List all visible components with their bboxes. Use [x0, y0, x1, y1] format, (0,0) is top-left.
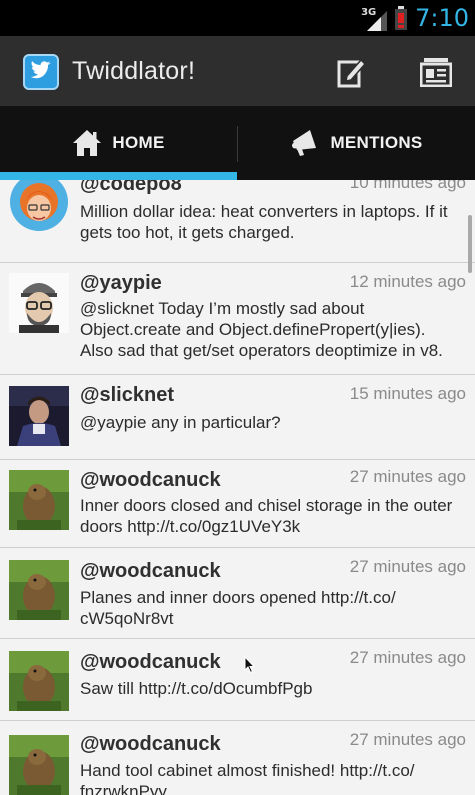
status-clock: 7:10 — [415, 4, 469, 32]
tweet-text-line: Million dollar idea: heat converters in … — [80, 202, 448, 221]
tweet-item[interactable]: @woodcanuck 27 minutes ago Hand tool cab… — [0, 721, 475, 795]
signal-bars-icon: 3G — [361, 5, 388, 31]
avatar[interactable] — [9, 386, 69, 446]
tweet-text: @yaypie any in particular? — [80, 412, 470, 433]
tweet-text: Planes and inner doors opened http://t.c… — [80, 587, 470, 629]
avatar[interactable] — [9, 470, 69, 530]
tweet-handle[interactable]: @woodcanuck — [80, 651, 221, 674]
tweet-item[interactable]: @slicknet 15 minutes ago @yaypie any in … — [0, 375, 475, 460]
tweet-time: 15 minutes ago — [349, 384, 466, 403]
accounts-icon — [420, 58, 452, 87]
status-bar: 3G 7:10 — [0, 0, 475, 36]
tweet-handle[interactable]: @woodcanuck — [80, 560, 221, 583]
avatar[interactable] — [9, 273, 69, 333]
selected-tab-indicator — [0, 172, 237, 180]
battery-low-icon — [395, 6, 408, 30]
timeline-list[interactable]: @codepo8 10 minutes ago Million dollar i… — [0, 180, 475, 795]
tab-mentions[interactable]: MENTIONS — [238, 106, 475, 180]
tab-mentions-label: MENTIONS — [330, 133, 423, 152]
tab-home[interactable]: HOME — [0, 106, 237, 180]
tweet-text-line: cW5qoNr8vt — [80, 609, 174, 628]
tweet-time: 10 minutes ago — [349, 180, 466, 192]
mouse-pointer-icon — [244, 656, 256, 674]
tweet-time: 27 minutes ago — [349, 648, 466, 667]
avatar[interactable] — [9, 651, 69, 711]
tweet-item[interactable]: @woodcanuck 27 minutes ago Saw till http… — [0, 639, 475, 721]
scrollbar[interactable] — [468, 215, 472, 273]
tweet-text: Inner doors closed and chisel storage in… — [80, 495, 470, 537]
tweet-text-line: Also sad that get/set operators deoptimi… — [80, 341, 443, 360]
twitter-bird-icon[interactable] — [23, 54, 59, 90]
tweet-handle[interactable]: @woodcanuck — [80, 469, 221, 492]
tweet-text-line: Hand tool cabinet almost finished! http:… — [80, 761, 415, 780]
avatar[interactable] — [9, 560, 69, 620]
tweet-text: Million dollar idea: heat converters in … — [80, 201, 470, 243]
tweet-text-line: Saw till http://t.co/dOcumbfPgb — [80, 679, 313, 698]
app-title: Twiddlator! — [72, 57, 196, 85]
tweet-text-line: @yaypie any in particular? — [80, 413, 281, 432]
tweet-text-line: Inner doors closed and chisel storage in… — [80, 496, 453, 515]
tweet-text-line: Object.create and Object.definePropert(y… — [80, 320, 426, 339]
tweet-text-line: @slicknet Today I’m mostly sad about — [80, 299, 365, 318]
tweet-text: Hand tool cabinet almost finished! http:… — [80, 760, 470, 795]
tab-bar: HOME MENTIONS — [0, 106, 475, 180]
tweet-item[interactable]: @yaypie 12 minutes ago @slicknet Today I… — [0, 263, 475, 375]
tweet-text-line: Planes and inner doors opened http://t.c… — [80, 588, 396, 607]
tweet-handle[interactable]: @codepo8 — [80, 180, 182, 196]
tweet-text-line: fnzrwknPyy — [80, 782, 167, 795]
avatar[interactable] — [9, 180, 69, 232]
tweet-item[interactable]: @codepo8 10 minutes ago Million dollar i… — [0, 180, 475, 263]
tab-home-label: HOME — [112, 133, 165, 152]
tweet-handle[interactable]: @yaypie — [80, 272, 162, 295]
tweet-time: 27 minutes ago — [349, 730, 466, 749]
home-icon — [73, 130, 102, 156]
tweet-text-line: doors http://t.co/0gz1UVeY3k — [80, 517, 301, 536]
avatar[interactable] — [9, 735, 69, 795]
tweet-text: @slicknet Today I’m mostly sad about Obj… — [80, 298, 470, 361]
tweet-time: 12 minutes ago — [349, 272, 466, 291]
compose-button[interactable] — [333, 52, 371, 92]
tweet-time: 27 minutes ago — [349, 557, 466, 576]
tweet-handle[interactable]: @woodcanuck — [80, 733, 221, 756]
tweet-text: Saw till http://t.co/dOcumbfPgb — [80, 678, 470, 699]
tweet-text-line: gets too hot, it gets charged. — [80, 223, 295, 242]
tweet-item[interactable]: @woodcanuck 27 minutes ago Planes and in… — [0, 548, 475, 639]
accounts-button[interactable] — [416, 52, 456, 92]
compose-icon — [337, 58, 367, 88]
megaphone-icon — [292, 130, 317, 156]
tweet-time: 27 minutes ago — [349, 467, 466, 486]
tweet-handle[interactable]: @slicknet — [80, 384, 174, 407]
tweet-item[interactable]: @woodcanuck 27 minutes ago Inner doors c… — [0, 460, 475, 548]
